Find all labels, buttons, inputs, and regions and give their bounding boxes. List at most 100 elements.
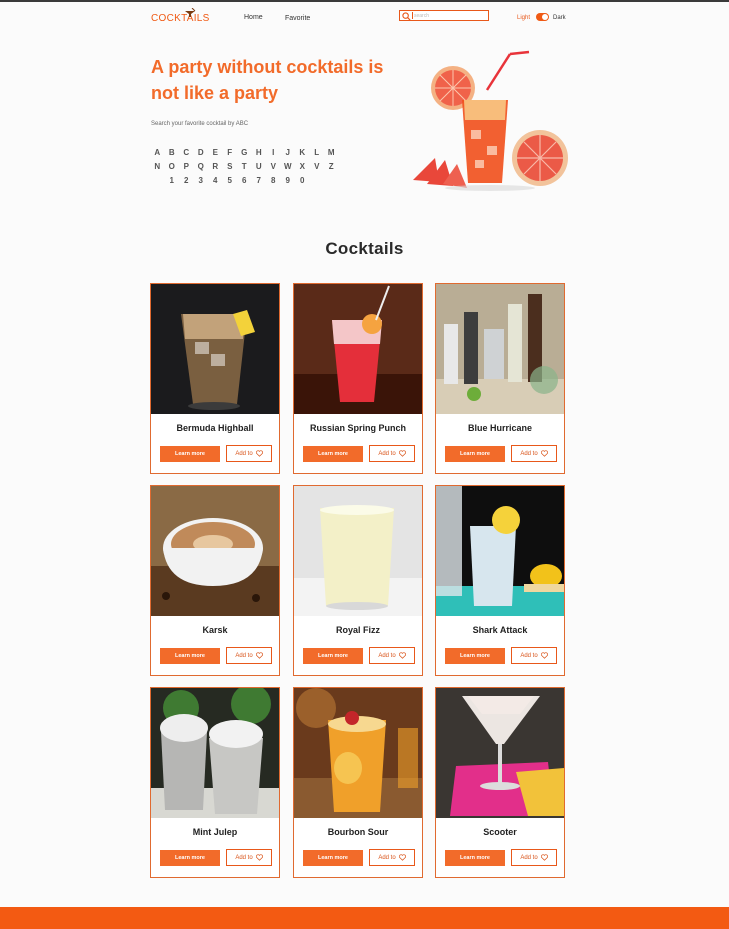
learn-more-button[interactable]: Learn more	[303, 850, 363, 866]
logo[interactable]: COCKTAILS	[151, 13, 210, 24]
letter-a[interactable]: A	[150, 148, 165, 157]
letter-h[interactable]: H	[252, 148, 267, 157]
heart-icon	[398, 854, 406, 861]
add-to-favorite-button[interactable]: Add to	[369, 849, 415, 866]
cocktail-card: Shark Attack Learn more Add to	[435, 485, 565, 676]
add-to-favorite-button[interactable]: Add to	[369, 445, 415, 462]
letter-j[interactable]: J	[281, 148, 296, 157]
add-to-favorite-button[interactable]: Add to	[511, 445, 557, 462]
digit-3[interactable]: 3	[194, 176, 209, 185]
digit-0[interactable]: 0	[295, 176, 310, 185]
add-to-favorite-button[interactable]: Add to	[369, 647, 415, 664]
nav-favorite[interactable]: Favorite	[285, 15, 310, 22]
search-input[interactable]	[414, 11, 486, 20]
letter-v[interactable]: V	[266, 162, 281, 171]
theme-toggle[interactable]	[536, 13, 549, 21]
theme-light-label: Light	[517, 15, 531, 21]
letter-u[interactable]: U	[252, 162, 267, 171]
add-to-favorite-button[interactable]: Add to	[226, 849, 272, 866]
letter-c[interactable]: C	[179, 148, 194, 157]
add-to-favorite-button[interactable]: Add to	[226, 445, 272, 462]
add-to-label: Add to	[520, 652, 538, 659]
digit-row: 1234567890	[150, 173, 350, 187]
learn-more-button[interactable]: Learn more	[445, 648, 505, 664]
digit-1[interactable]: 1	[165, 176, 180, 185]
cocktail-glass-icon	[185, 8, 196, 17]
cocktail-image	[151, 284, 279, 414]
letter-q[interactable]: Q	[194, 162, 209, 171]
letter-m[interactable]: M	[324, 148, 339, 157]
cocktail-card: Scooter Learn more Add to	[435, 687, 565, 878]
footer-bar	[0, 907, 729, 929]
learn-more-button[interactable]: Learn more	[160, 850, 220, 866]
letter-i[interactable]: I	[266, 148, 281, 157]
add-to-label: Add to	[235, 854, 253, 861]
letter-t[interactable]: T	[237, 162, 252, 171]
cocktail-name: Shark Attack	[472, 625, 528, 635]
digit-2[interactable]: 2	[179, 176, 194, 185]
cocktail-card: Royal Fizz Learn more Add to	[293, 485, 423, 676]
letter-z[interactable]: Z	[324, 162, 339, 171]
section-title: Cocktails	[325, 239, 404, 258]
letter-n[interactable]: N	[150, 162, 165, 171]
nav-home[interactable]: Home	[244, 14, 263, 21]
cocktail-name: Bermuda Highball	[176, 423, 254, 433]
add-to-favorite-button[interactable]: Add to	[511, 849, 557, 866]
cocktail-name: Mint Julep	[192, 827, 238, 837]
learn-more-button[interactable]: Learn more	[160, 446, 220, 462]
letter-e[interactable]: E	[208, 148, 223, 157]
cocktail-card: Bermuda Highball Learn more Add to	[150, 283, 280, 474]
learn-more-button[interactable]: Learn more	[160, 648, 220, 664]
digit-9[interactable]: 9	[281, 176, 296, 185]
letter-k[interactable]: K	[295, 148, 310, 157]
letter-f[interactable]: F	[223, 148, 238, 157]
add-to-label: Add to	[235, 450, 253, 457]
letter-o[interactable]: O	[165, 162, 180, 171]
add-to-favorite-button[interactable]: Add to	[511, 647, 557, 664]
search-icon[interactable]	[402, 12, 411, 21]
digit-8[interactable]: 8	[266, 176, 281, 185]
add-to-label: Add to	[378, 854, 396, 861]
cocktail-image	[436, 284, 564, 414]
digit-7[interactable]: 7	[252, 176, 267, 185]
letter-w[interactable]: W	[281, 162, 296, 171]
cocktail-card: Karsk Learn more Add to	[150, 485, 280, 676]
learn-more-button[interactable]: Learn more	[445, 446, 505, 462]
alphabet-row-2: NOPQRSTUVWXVZ	[150, 159, 350, 173]
letter-p[interactable]: P	[179, 162, 194, 171]
cocktail-image	[436, 486, 564, 616]
add-to-favorite-button[interactable]: Add to	[226, 647, 272, 664]
cocktail-card: Bourbon Sour Learn more Add to	[293, 687, 423, 878]
letter-g[interactable]: G	[237, 148, 252, 157]
heart-icon	[540, 652, 548, 659]
letter-d[interactable]: D	[194, 148, 209, 157]
add-to-label: Add to	[378, 652, 396, 659]
search-separator	[412, 12, 413, 19]
cocktail-card: Russian Spring Punch Learn more Add to	[293, 283, 423, 474]
heart-icon	[398, 450, 406, 457]
cocktail-name: Karsk	[202, 625, 228, 635]
hero-cocktail-image	[413, 50, 568, 191]
cocktail-image	[294, 486, 422, 616]
learn-more-button[interactable]: Learn more	[445, 850, 505, 866]
letter-r[interactable]: R	[208, 162, 223, 171]
letter-x[interactable]: X	[295, 162, 310, 171]
cocktail-name: Blue Hurricane	[467, 423, 533, 433]
hero-subtitle: Search your favorite cocktail by ABC	[151, 121, 249, 127]
add-to-label: Add to	[235, 652, 253, 659]
letter-b[interactable]: B	[165, 148, 180, 157]
digit-4[interactable]: 4	[208, 176, 223, 185]
digit-5[interactable]: 5	[223, 176, 238, 185]
learn-more-button[interactable]: Learn more	[303, 648, 363, 664]
heart-icon	[255, 652, 263, 659]
search-box[interactable]	[399, 10, 489, 21]
learn-more-button[interactable]: Learn more	[303, 446, 363, 462]
digit-6[interactable]: 6	[237, 176, 252, 185]
cocktail-card: Blue Hurricane Learn more Add to	[435, 283, 565, 474]
heart-icon	[255, 854, 263, 861]
letter-v[interactable]: V	[310, 162, 325, 171]
letter-s[interactable]: S	[223, 162, 238, 171]
heart-icon	[398, 652, 406, 659]
alphabet-row-1: ABCDEFGHIJKLM	[150, 145, 350, 159]
letter-l[interactable]: L	[310, 148, 325, 157]
